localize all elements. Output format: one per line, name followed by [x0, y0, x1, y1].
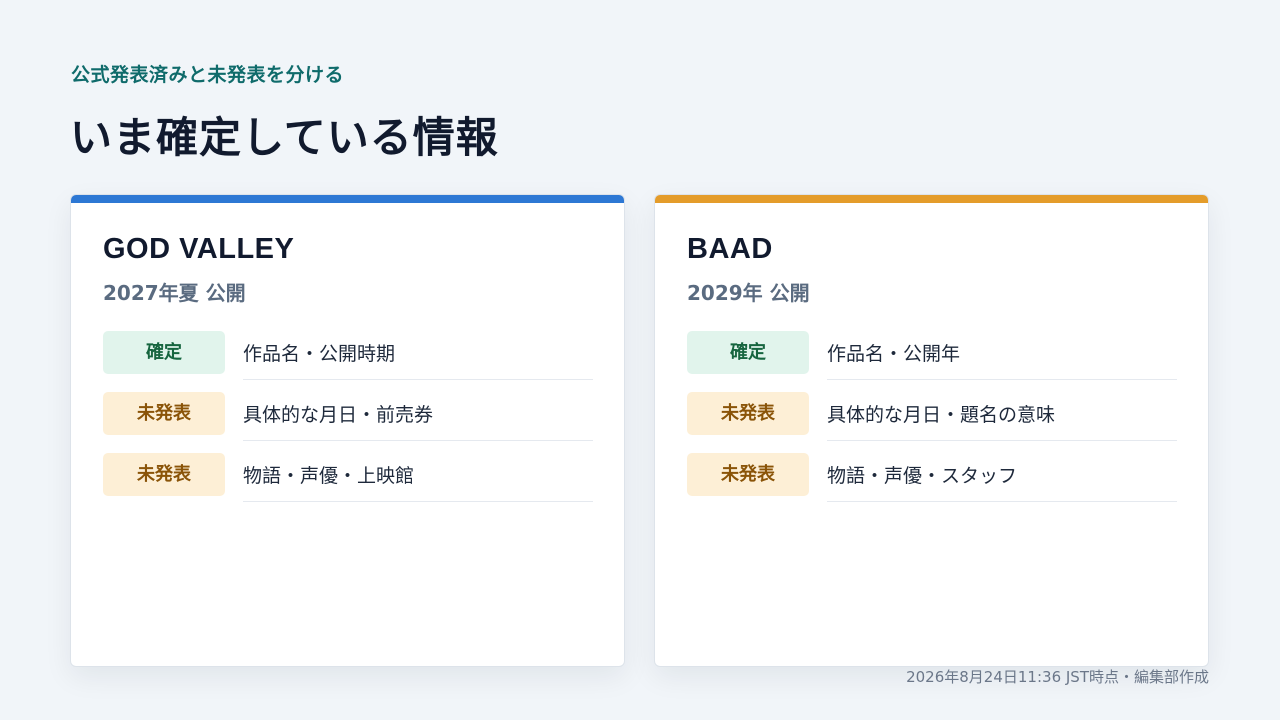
status-row: 未発表 具体的な月日・題名の意味	[687, 392, 1177, 453]
row-divider	[243, 501, 593, 502]
status-list: 確定 作品名・公開年 未発表 具体的な月日・題名の意味 未発表 物語・声優・スタ…	[687, 331, 1177, 514]
status-detail: 具体的な月日・題名の意味	[827, 404, 1056, 426]
status-row: 未発表 物語・声優・スタッフ	[687, 453, 1177, 514]
status-row: 確定 作品名・公開年	[687, 331, 1177, 392]
eyebrow-label: 公式発表済みと未発表を分ける	[71, 64, 345, 86]
row-divider	[243, 440, 593, 441]
card-title: BAAD	[687, 233, 773, 265]
status-badge-pending: 未発表	[103, 392, 225, 435]
status-row: 確定 作品名・公開時期	[103, 331, 593, 392]
status-detail: 具体的な月日・前売券	[243, 404, 434, 426]
status-detail: 作品名・公開時期	[243, 343, 396, 365]
card-title: GOD VALLEY	[103, 233, 295, 265]
row-divider	[243, 379, 593, 380]
row-divider	[827, 379, 1177, 380]
status-badge-pending: 未発表	[687, 392, 809, 435]
card-accent-bar	[71, 195, 624, 203]
card-release: 2027年夏 公開	[103, 281, 246, 305]
status-badge-confirmed: 確定	[687, 331, 809, 374]
status-row: 未発表 具体的な月日・前売券	[103, 392, 593, 453]
row-divider	[827, 501, 1177, 502]
status-badge-pending: 未発表	[687, 453, 809, 496]
status-detail: 物語・声優・上映館	[243, 465, 415, 487]
status-badge-pending: 未発表	[103, 453, 225, 496]
card-god-valley: GOD VALLEY 2027年夏 公開 確定 作品名・公開時期 未発表 具体的…	[70, 194, 625, 667]
status-detail: 物語・声優・スタッフ	[827, 465, 1018, 487]
page-title: いま確定している情報	[70, 113, 499, 162]
status-detail: 作品名・公開年	[827, 343, 961, 365]
status-row: 未発表 物語・声優・上映館	[103, 453, 593, 514]
row-divider	[827, 440, 1177, 441]
card-release: 2029年 公開	[687, 281, 810, 305]
status-list: 確定 作品名・公開時期 未発表 具体的な月日・前売券 未発表 物語・声優・上映館	[103, 331, 593, 514]
timestamp-footnote: 2026年8月24日11:36 JST時点・編集部作成	[906, 668, 1209, 686]
status-badge-confirmed: 確定	[103, 331, 225, 374]
card-baad: BAAD 2029年 公開 確定 作品名・公開年 未発表 具体的な月日・題名の意…	[654, 194, 1209, 667]
slide: 公式発表済みと未発表を分ける いま確定している情報 GOD VALLEY 202…	[0, 0, 1280, 720]
card-accent-bar	[655, 195, 1208, 203]
